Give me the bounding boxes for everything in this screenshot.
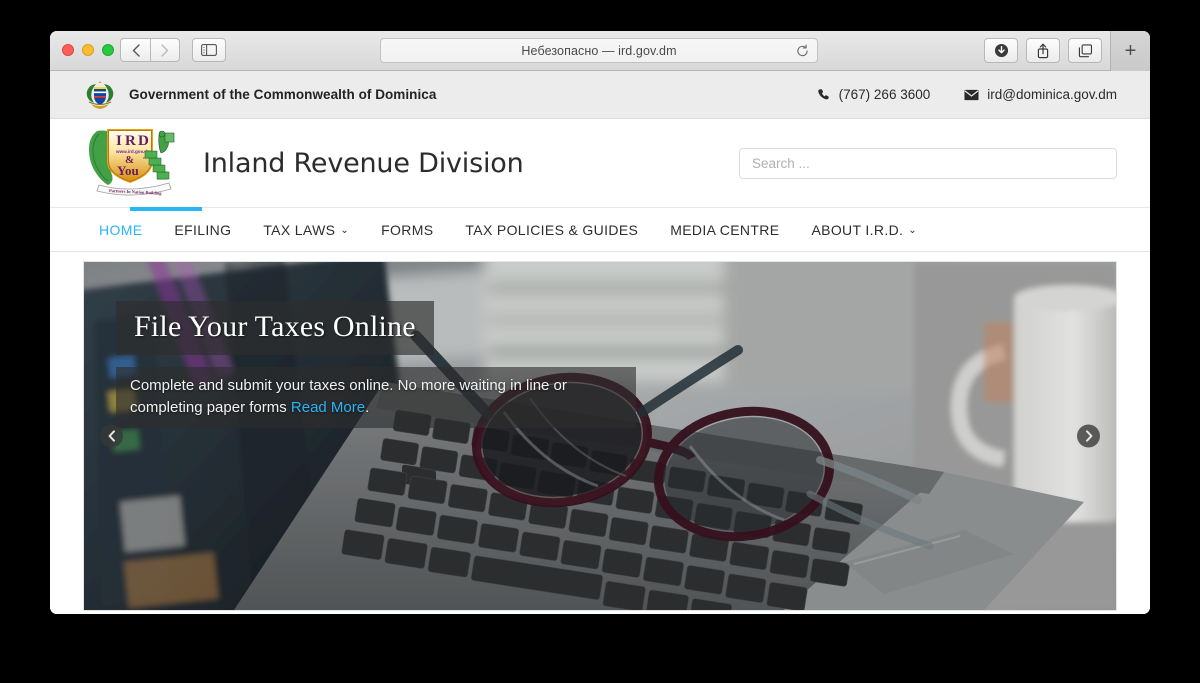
svg-text:You: You	[117, 163, 139, 178]
site-title: Inland Revenue Division	[203, 147, 524, 179]
nav-item-forms[interactable]: FORMS	[365, 207, 449, 252]
minimize-window-button[interactable]	[82, 44, 94, 56]
phone-icon	[817, 89, 829, 100]
browser-window: Небезопасно — ird.gov.dm + Government of…	[50, 31, 1150, 614]
nav-label: HOME	[99, 221, 143, 238]
site-brand[interactable]: I R D www.ird.gov.dm & You Partners In N…	[83, 125, 524, 201]
hero-slider: File Your Taxes Online Complete and subm…	[83, 261, 1117, 611]
main-navigation: HOME EFILING TAX LAWS ⌄ FORMS TAX POLICI…	[50, 207, 1150, 252]
hero-description: Complete and submit your taxes online. N…	[130, 375, 622, 419]
carousel-next-button[interactable]	[1077, 424, 1100, 448]
nav-label: EFILING	[174, 221, 232, 238]
nav-label: TAX LAWS	[263, 221, 336, 238]
nav-item-tax-policies-and-guides[interactable]: TAX POLICIES & GUIDES	[449, 207, 654, 252]
ird-logo-icon: I R D www.ird.gov.dm & You Partners In N…	[89, 129, 175, 196]
back-button[interactable]	[120, 38, 150, 62]
nav-active-indicator	[130, 207, 202, 211]
hero-title-box: File Your Taxes Online	[116, 301, 434, 355]
reload-icon	[797, 44, 808, 56]
nav-item-efiling[interactable]: EFILING	[158, 207, 247, 252]
nav-item-tax-laws[interactable]: TAX LAWS ⌄	[247, 207, 365, 252]
nav-label: ABOUT I.R.D.	[811, 221, 904, 238]
site-header: I R D www.ird.gov.dm & You Partners In N…	[50, 119, 1150, 207]
chevron-left-icon	[108, 430, 115, 442]
chevron-down-icon: ⌄	[908, 224, 918, 236]
chevron-down-icon: ⌄	[340, 224, 350, 236]
hero-title: File Your Taxes Online	[134, 310, 416, 343]
nav-item-about-ird[interactable]: ABOUT I.R.D. ⌄	[795, 207, 933, 252]
sidebar-toggle-button[interactable]	[192, 38, 226, 62]
nav-item-media-centre[interactable]: MEDIA CENTRE	[654, 207, 795, 252]
carousel-prev-button[interactable]	[100, 424, 123, 448]
tab-overview-button[interactable]	[1068, 38, 1102, 63]
address-bar[interactable]: Небезопасно — ird.gov.dm	[380, 38, 818, 63]
svg-text:R: R	[125, 133, 136, 149]
tab-overview-icon	[1078, 43, 1092, 57]
new-tab-button[interactable]: +	[1110, 31, 1150, 71]
email-contact[interactable]: ird@dominica.gov.dm	[964, 87, 1117, 102]
window-traffic-lights	[62, 44, 114, 56]
sidebar-icon	[201, 44, 217, 56]
government-brand: Government of the Commonwealth of Domini…	[83, 79, 436, 111]
phone-number: (767) 266 3600	[838, 87, 931, 102]
maximize-window-button[interactable]	[102, 44, 114, 56]
browser-toolbar: Небезопасно — ird.gov.dm +	[50, 31, 1150, 71]
chevron-right-icon	[161, 43, 169, 57]
hero-description-tail: .	[365, 399, 370, 417]
toolbar-actions	[984, 38, 1102, 63]
search-input[interactable]	[739, 147, 1117, 179]
forward-button[interactable]	[150, 38, 180, 62]
government-bar: Government of the Commonwealth of Domini…	[50, 71, 1150, 119]
envelope-icon	[964, 89, 979, 100]
hero-body-box: Complete and submit your taxes online. N…	[116, 367, 636, 429]
close-window-button[interactable]	[62, 44, 74, 56]
nav-label: FORMS	[381, 221, 434, 238]
nav-item-home[interactable]: HOME	[83, 207, 158, 252]
address-text: Небезопасно — ird.gov.dm	[521, 43, 677, 58]
page-content: Government of the Commonwealth of Domini…	[50, 71, 1150, 614]
page-bottom-spacer	[50, 611, 1150, 614]
government-title: Government of the Commonwealth of Domini…	[129, 87, 437, 102]
chevron-left-icon	[132, 43, 140, 57]
chevron-right-icon	[1085, 430, 1092, 442]
download-icon	[994, 43, 1008, 58]
coat-of-arms-icon	[86, 80, 114, 109]
share-icon	[1037, 43, 1049, 58]
read-more-link[interactable]: Read More	[291, 399, 365, 416]
svg-text:D: D	[138, 133, 149, 149]
nav-label: TAX POLICIES & GUIDES	[465, 221, 639, 238]
phone-contact[interactable]: (767) 266 3600	[817, 87, 931, 102]
email-address: ird@dominica.gov.dm	[987, 87, 1117, 102]
svg-text:I: I	[116, 133, 122, 149]
search-container	[739, 147, 1117, 179]
nav-label: MEDIA CENTRE	[670, 221, 780, 238]
reload-button[interactable]	[796, 44, 809, 57]
hero-slide: File Your Taxes Online Complete and subm…	[84, 262, 1116, 610]
share-button[interactable]	[1026, 38, 1060, 63]
downloads-button[interactable]	[984, 38, 1018, 63]
government-contacts: (767) 266 3600 ird@dominica.gov.dm	[817, 87, 1117, 102]
